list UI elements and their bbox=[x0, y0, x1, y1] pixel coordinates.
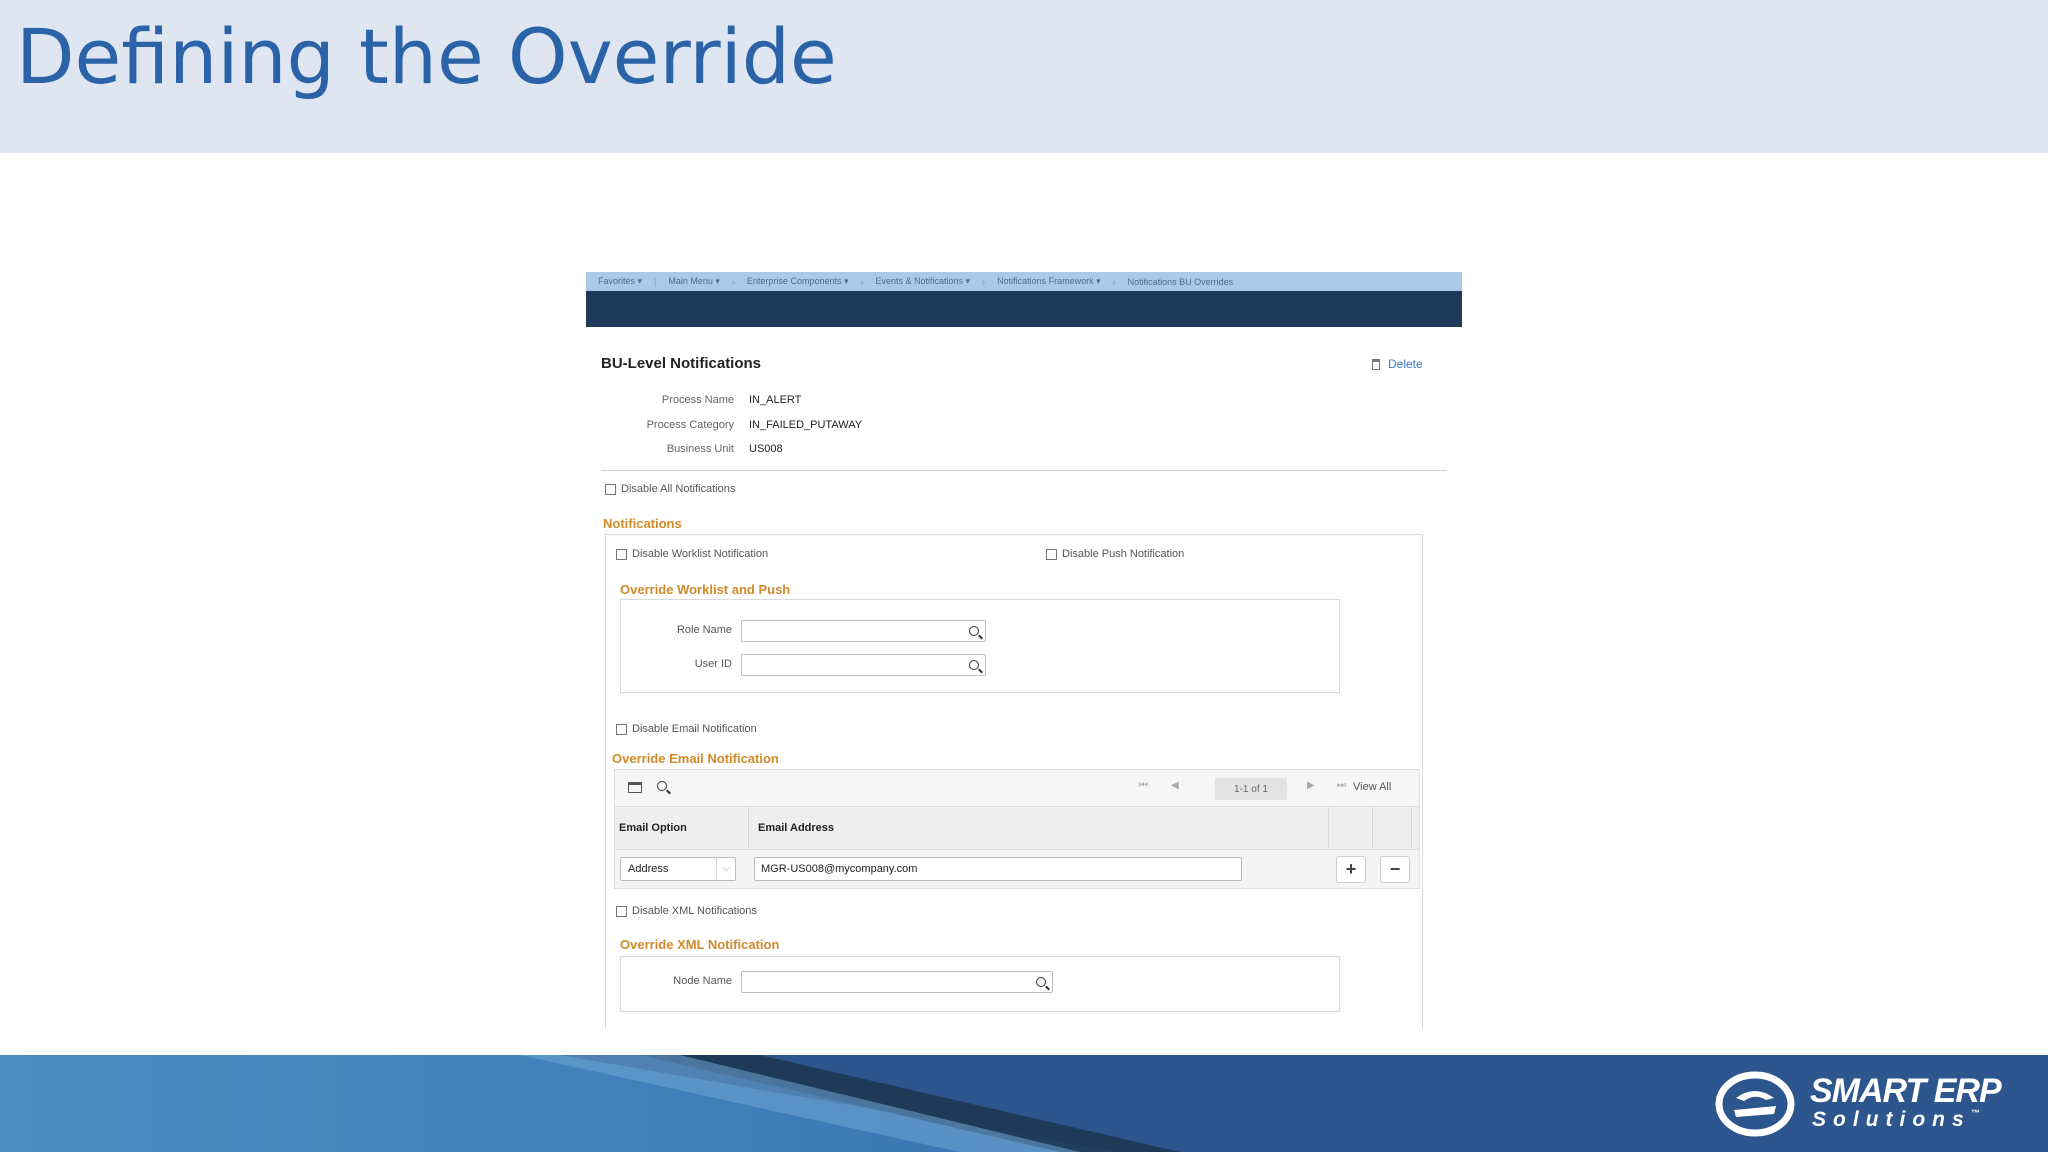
disable-push-checkbox[interactable]: Disable Push Notification bbox=[1046, 548, 1184, 560]
business-unit-row: Business Unit US008 bbox=[586, 443, 1086, 457]
first-page-icon[interactable]: ⏮ bbox=[1139, 780, 1148, 791]
view-all-link[interactable]: View All bbox=[1353, 781, 1391, 793]
checkbox-box[interactable] bbox=[616, 723, 627, 735]
process-category-row: Process Category IN_FAILED_PUTAWAY bbox=[586, 419, 1086, 433]
process-name-value: IN_ALERT bbox=[749, 394, 802, 406]
disable-worklist-label: Disable Worklist Notification bbox=[632, 548, 769, 560]
previous-page-icon[interactable]: ◀ bbox=[1171, 780, 1179, 791]
brand-trademark: ™ bbox=[1970, 1108, 1980, 1118]
nav-notifications-framework[interactable]: Notifications Framework ▾ bbox=[997, 276, 1101, 287]
disable-worklist-checkbox[interactable]: Disable Worklist Notification bbox=[616, 548, 768, 560]
pager-indicator: 1-1 of 1 bbox=[1215, 778, 1287, 800]
last-page-icon[interactable]: ⏭ bbox=[1337, 780, 1346, 791]
nav-events-notifications[interactable]: Events & Notifications ▾ bbox=[876, 276, 971, 287]
search-icon[interactable] bbox=[1036, 977, 1046, 987]
nav-main-menu[interactable]: Main Menu ▾ bbox=[668, 276, 720, 287]
disable-all-checkbox[interactable]: Disable All Notifications bbox=[605, 483, 735, 495]
nav-separator: › bbox=[860, 276, 864, 287]
peoplesoft-screenshot: Favorites ▾ | Main Menu ▾ › Enterprise C… bbox=[586, 272, 1462, 1028]
override-worklist-title: Override Worklist and Push bbox=[620, 582, 791, 597]
delete-row-button[interactable]: − bbox=[1380, 856, 1410, 883]
role-name-input[interactable] bbox=[741, 620, 986, 642]
col-email-address: Email Address bbox=[758, 822, 835, 834]
delete-label: Delete bbox=[1388, 357, 1423, 371]
column-divider bbox=[1411, 807, 1412, 849]
checkbox-box[interactable] bbox=[1046, 548, 1057, 560]
email-address-value: MGR-US008@mycompany.com bbox=[761, 863, 918, 875]
business-unit-value: US008 bbox=[749, 443, 783, 455]
disable-email-checkbox[interactable]: Disable Email Notification bbox=[616, 723, 757, 735]
column-divider bbox=[1328, 807, 1329, 849]
user-id-input[interactable] bbox=[741, 654, 986, 676]
nav-enterprise-components[interactable]: Enterprise Components ▾ bbox=[747, 276, 849, 287]
email-option-select[interactable]: Address ⌵ bbox=[620, 857, 736, 881]
col-email-option: Email Option bbox=[619, 822, 687, 834]
disable-xml-checkbox[interactable]: Disable XML Notifications bbox=[616, 905, 757, 917]
email-address-input[interactable]: MGR-US008@mycompany.com bbox=[754, 857, 1242, 881]
search-icon[interactable] bbox=[969, 660, 979, 670]
disable-xml-label: Disable XML Notifications bbox=[632, 905, 757, 917]
disable-all-label: Disable All Notifications bbox=[621, 483, 736, 495]
search-icon[interactable] bbox=[969, 626, 979, 636]
checkbox-box[interactable] bbox=[605, 483, 616, 495]
node-name-input[interactable] bbox=[741, 971, 1053, 993]
brand-line2: Solutions™ bbox=[1812, 1108, 1980, 1132]
smart-erp-logo-icon bbox=[1715, 1071, 1795, 1137]
nav-separator: › bbox=[731, 276, 735, 287]
nav-bu-overrides[interactable]: Notifications BU Overrides bbox=[1128, 277, 1234, 287]
brand-line1: SMART ERP bbox=[1810, 1072, 2002, 1110]
nav-favorites[interactable]: Favorites ▾ bbox=[598, 276, 642, 287]
delete-button[interactable]: Delete bbox=[1372, 357, 1423, 371]
slide-title: Defining the Override bbox=[16, 12, 837, 101]
table-row: Address ⌵ MGR-US008@mycompany.com + − bbox=[614, 849, 1420, 889]
notifications-section-title: Notifications bbox=[603, 516, 682, 531]
process-category-label: Process Category bbox=[646, 419, 734, 431]
smart-erp-logo: SMART ERP Solutions™ bbox=[1714, 1068, 2044, 1144]
override-email-title: Override Email Notification bbox=[612, 751, 779, 766]
grid-toolbar: ⏮ ◀ 1-1 of 1 ▶ ⏭ View All bbox=[614, 769, 1420, 807]
business-unit-label: Business Unit bbox=[666, 443, 734, 455]
column-divider bbox=[748, 807, 749, 849]
email-option-value: Address bbox=[628, 863, 669, 875]
top-navbar: Favorites ▾ | Main Menu ▾ › Enterprise C… bbox=[586, 272, 1462, 327]
checkbox-box[interactable] bbox=[616, 548, 627, 560]
override-xml-title: Override XML Notification bbox=[620, 937, 780, 952]
grid-header: Email Option Email Address bbox=[614, 807, 1420, 849]
disable-email-label: Disable Email Notification bbox=[632, 723, 757, 735]
checkbox-box[interactable] bbox=[616, 905, 627, 917]
page-heading: BU-Level Notifications bbox=[601, 355, 762, 372]
process-category-value: IN_FAILED_PUTAWAY bbox=[749, 419, 863, 431]
column-divider bbox=[1372, 807, 1373, 849]
next-page-icon[interactable]: ▶ bbox=[1307, 780, 1315, 791]
breadcrumb: Favorites ▾ | Main Menu ▾ › Enterprise C… bbox=[586, 272, 1462, 291]
divider bbox=[601, 470, 1447, 471]
brand-line2-text: Solutions bbox=[1812, 1108, 1971, 1131]
disable-push-label: Disable Push Notification bbox=[1062, 548, 1185, 560]
process-name-row: Process Name IN_ALERT bbox=[586, 394, 1086, 408]
personalize-grid-icon[interactable] bbox=[628, 782, 642, 793]
add-row-button[interactable]: + bbox=[1336, 856, 1366, 883]
search-icon[interactable] bbox=[657, 781, 667, 791]
user-id-label: User ID bbox=[694, 658, 732, 670]
nav-separator: | bbox=[654, 276, 657, 287]
role-name-label: Role Name bbox=[676, 624, 732, 636]
chevron-down-icon[interactable]: ⌵ bbox=[716, 858, 735, 880]
override-worklist-group bbox=[620, 599, 1340, 693]
trash-icon bbox=[1372, 358, 1380, 370]
process-name-label: Process Name bbox=[661, 394, 734, 406]
nav-separator: › bbox=[982, 276, 986, 287]
node-name-label: Node Name bbox=[673, 975, 732, 987]
nav-separator: › bbox=[1112, 276, 1116, 287]
